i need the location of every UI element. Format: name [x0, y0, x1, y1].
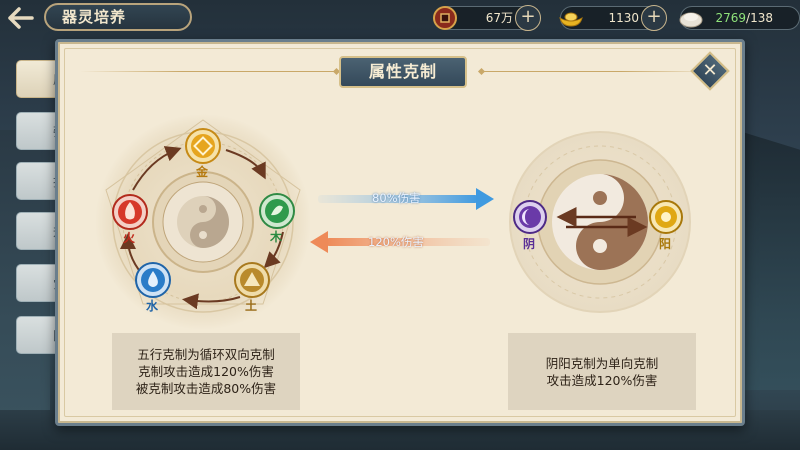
- five-elements-desc-line-2: 克制攻击造成120%伤害: [138, 364, 274, 379]
- earth-label: 土: [245, 299, 258, 313]
- stamina-max: /138: [746, 11, 773, 25]
- backward-damage-label: 120%伤害: [368, 235, 424, 249]
- five-elements-desc-line-1: 五行克制为循环双向克制: [137, 347, 275, 362]
- metal-element-node: [185, 128, 221, 164]
- metal-label: 金: [196, 165, 209, 179]
- water-label: 水: [146, 299, 159, 313]
- add-gold-button[interactable]: +: [641, 5, 667, 31]
- yang-node: [649, 200, 683, 234]
- yin-label: 阴: [523, 237, 536, 251]
- counter-diagram: 金 木 土 水 火 阴 阳 80%伤害 120%伤害 五行克制为循环双向克制 克…: [58, 42, 748, 429]
- earth-element-node: [234, 262, 270, 298]
- fire-label: 火: [123, 231, 136, 245]
- fire-element-node: [112, 194, 148, 230]
- five-elements-desc-line-3: 被克制攻击造成80%伤害: [135, 381, 277, 396]
- yin-yang-desc-line-1: 阴阳克制为单向克制: [545, 355, 659, 371]
- back-arrow-icon[interactable]: [6, 4, 36, 32]
- stamina-value: 2769: [715, 11, 747, 25]
- copper-coin-counter: 67万 +: [431, 4, 541, 32]
- yin-yang-desc-line-2: 攻击造成120%伤害: [546, 372, 658, 388]
- stamina-bun-icon: [677, 4, 705, 32]
- gold-ingot-counter: 1130 +: [557, 4, 667, 32]
- copper-coin-value: 67万: [485, 11, 513, 25]
- page-title: 器灵培养: [44, 3, 192, 31]
- wood-label: 木: [270, 230, 283, 244]
- add-copper-button[interactable]: +: [515, 5, 541, 31]
- gold-ingot-value: 1130: [608, 11, 639, 25]
- forward-damage-label: 80%伤害: [372, 191, 421, 205]
- yin-node: [513, 200, 547, 234]
- yang-label: 阳: [659, 237, 672, 251]
- gold-ingot-icon: [557, 4, 585, 32]
- five-elements-description: 五行克制为循环双向克制 克制攻击造成120%伤害 被克制攻击造成80%伤害: [112, 333, 300, 410]
- stamina-counter: 2769/138: [677, 4, 800, 32]
- top-bar: 器灵培养 67万 + 1130 + 2769/138: [0, 0, 800, 36]
- water-element-node: [135, 262, 171, 298]
- attribute-counter-panel: 属性克制 ✕ 金 木 土 水 火 阴 阳 80%伤害 120%伤害 五行克制为循…: [55, 39, 745, 426]
- copper-coin-icon: [431, 4, 459, 32]
- wood-element-node: [259, 193, 295, 229]
- yin-yang-description: 阴阳克制为单向克制 攻击造成120%伤害: [508, 333, 696, 410]
